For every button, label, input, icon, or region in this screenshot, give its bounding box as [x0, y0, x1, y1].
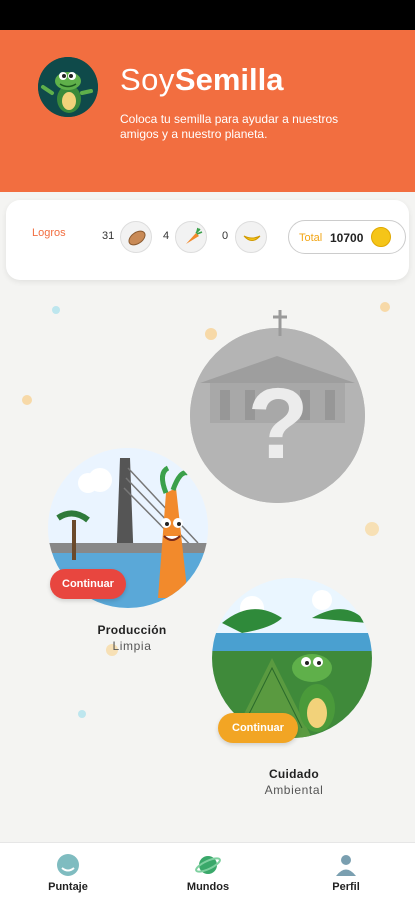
profile-icon: [336, 855, 356, 876]
nav-mundos[interactable]: Mundos: [158, 849, 258, 897]
banana-icon: [235, 221, 267, 253]
decor-dot: [380, 302, 390, 312]
achievements-card: Logros 31 4 0 Total 10700: [6, 200, 409, 280]
almond-count: 31: [102, 230, 115, 242]
world-title: Producción: [97, 623, 167, 637]
decor-dot: [22, 395, 32, 405]
total-label: Total: [299, 232, 323, 244]
brand-soy: Soy: [120, 62, 175, 97]
bottom-nav: Puntaje Mundos Perfil: [0, 842, 415, 901]
mascot-avatar: [38, 57, 98, 117]
question-mark-icon: ?: [247, 368, 308, 480]
brand-semilla: Semilla: [174, 62, 284, 97]
app-brand: SoySemilla: [120, 62, 283, 98]
decor-dot: [52, 306, 60, 314]
decor-dot: [205, 328, 217, 340]
world-label-produccion: Producción Limpia: [80, 622, 184, 654]
achievements-label: Logros: [32, 227, 66, 239]
carrot-count: 4: [163, 230, 170, 242]
decor-dot: [78, 710, 86, 718]
banana-count: 0: [222, 230, 229, 242]
status-bar: [0, 0, 415, 30]
decor-dot: [365, 522, 379, 536]
cross-icon: [273, 310, 287, 336]
nav-label: Mundos: [186, 881, 230, 893]
total-points: Total 10700: [288, 220, 406, 254]
world-label-cuidado: Cuidado Ambiental: [242, 766, 346, 798]
continue-cuidado-button[interactable]: Continuar: [218, 713, 298, 743]
locked-world[interactable]: ?: [190, 328, 365, 503]
planet-icon: [195, 856, 221, 874]
header-subtitle: Coloca tu semilla para ayudar a nuestros…: [120, 112, 339, 141]
carrot-icon: [175, 221, 207, 253]
coin-icon: [371, 227, 391, 247]
almond-seed-icon: [120, 221, 152, 253]
nav-puntaje[interactable]: Puntaje: [18, 849, 118, 897]
world-subtitle: Ambiental: [264, 783, 324, 797]
nav-label: Perfil: [332, 881, 360, 893]
total-value: 10700: [330, 231, 364, 245]
continue-produccion-button[interactable]: Continuar: [50, 569, 126, 599]
world-title: Cuidado: [268, 767, 320, 781]
nav-label: Puntaje: [48, 881, 88, 893]
world-subtitle: Limpia: [112, 639, 152, 653]
score-icon: [57, 854, 79, 876]
nav-perfil[interactable]: Perfil: [296, 849, 396, 897]
